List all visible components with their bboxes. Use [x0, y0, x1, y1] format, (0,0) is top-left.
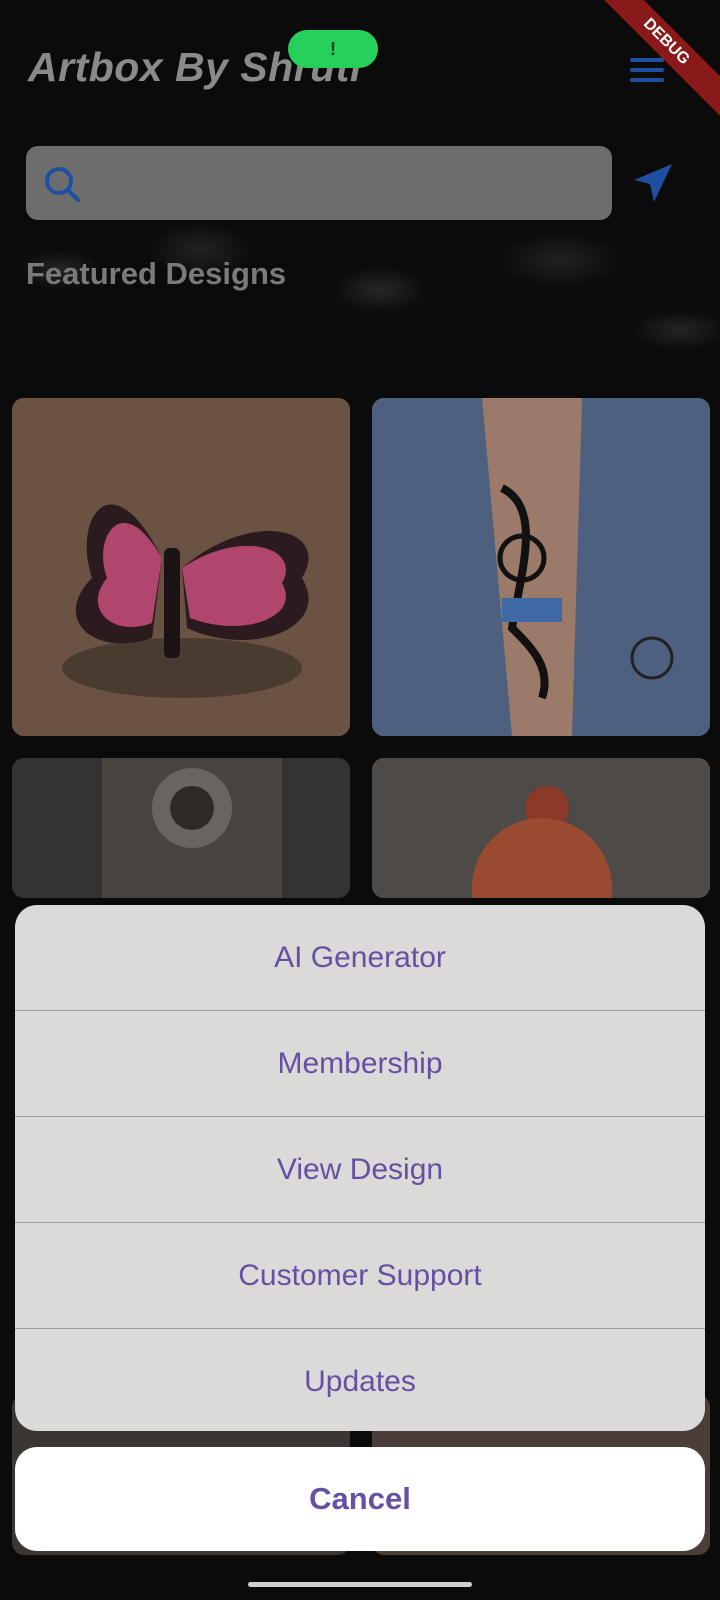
- background-texture: [0, 210, 720, 410]
- design-card-neck[interactable]: [372, 758, 710, 898]
- cancel-button[interactable]: Cancel: [15, 1447, 705, 1551]
- arm-tattoo-image: [372, 398, 710, 736]
- action-ai-generator[interactable]: AI Generator: [15, 905, 705, 1011]
- hamburger-icon[interactable]: [630, 58, 664, 84]
- action-customer-support[interactable]: Customer Support: [15, 1223, 705, 1329]
- design-card-butterfly[interactable]: [12, 398, 350, 736]
- design-card-arm-tattoo[interactable]: [372, 398, 710, 736]
- design-card-rose[interactable]: [12, 758, 350, 898]
- action-updates[interactable]: Updates: [15, 1329, 705, 1431]
- search-icon: [45, 167, 80, 202]
- section-title: Featured Designs: [26, 256, 287, 291]
- camera-indicator-pill: !: [288, 30, 378, 68]
- send-icon[interactable]: [630, 160, 676, 206]
- rose-tattoo-image: [12, 758, 350, 898]
- search-bar[interactable]: [26, 146, 612, 222]
- action-sheet: AI Generator Membership View Design Cust…: [15, 905, 705, 1431]
- neck-tattoo-image: [372, 758, 710, 898]
- butterfly-tattoo-image: [12, 398, 350, 736]
- search-input[interactable]: [96, 146, 600, 222]
- action-membership[interactable]: Membership: [15, 1011, 705, 1117]
- home-indicator[interactable]: [248, 1582, 472, 1587]
- action-view-design[interactable]: View Design: [15, 1117, 705, 1223]
